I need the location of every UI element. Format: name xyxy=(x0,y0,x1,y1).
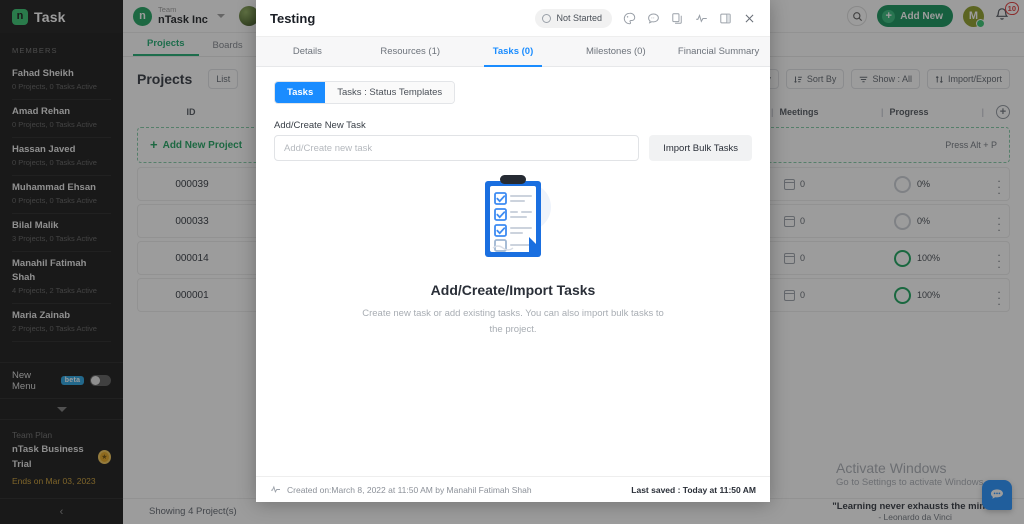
segment-status-templates[interactable]: Tasks : Status Templates xyxy=(325,82,454,103)
modal-footer: Created on:March 8, 2022 at 11:50 AM by … xyxy=(256,476,770,502)
tab-tasks[interactable]: Tasks (0) xyxy=(462,37,565,66)
task-segmented-control: Tasks Tasks : Status Templates xyxy=(274,81,455,104)
created-info: Created on:March 8, 2022 at 11:50 AM by … xyxy=(287,485,532,495)
empty-state-description: Create new task or add existing tasks. Y… xyxy=(358,306,668,338)
activity-icon xyxy=(270,484,281,495)
tab-milestones[interactable]: Milestones (0) xyxy=(564,37,667,66)
segment-tasks[interactable]: Tasks xyxy=(275,82,325,103)
modal-body: Tasks Tasks : Status Templates Add/Creat… xyxy=(256,67,770,476)
modal-title: Testing xyxy=(270,11,315,26)
clipboard-checklist-icon xyxy=(457,171,569,267)
modal-tabs: Details Resources (1) Tasks (0) Mileston… xyxy=(256,37,770,67)
tab-details[interactable]: Details xyxy=(256,37,359,66)
add-task-input[interactable] xyxy=(274,135,639,161)
last-saved-info: Last saved : Today at 11:50 AM xyxy=(631,485,756,495)
import-bulk-tasks-button[interactable]: Import Bulk Tasks xyxy=(649,135,752,161)
panel-icon[interactable] xyxy=(718,11,732,25)
status-label: Not Started xyxy=(556,13,602,23)
modal-header: Testing Not Started xyxy=(256,0,770,37)
empty-state-title: Add/Create/Import Tasks xyxy=(256,282,770,298)
modal-header-actions: Not Started xyxy=(535,9,756,28)
empty-state: Add/Create/Import Tasks Create new task … xyxy=(256,171,770,338)
close-icon[interactable] xyxy=(742,11,756,25)
status-badge[interactable]: Not Started xyxy=(535,9,612,28)
palette-icon[interactable] xyxy=(622,11,636,25)
status-circle-icon xyxy=(542,14,551,23)
activity-icon[interactable] xyxy=(694,11,708,25)
project-detail-modal: Testing Not Started xyxy=(256,0,770,502)
add-task-row: Import Bulk Tasks xyxy=(274,135,752,161)
app-root: n Team nTask Inc + Add New M xyxy=(0,0,1024,524)
tab-resources[interactable]: Resources (1) xyxy=(359,37,462,66)
comment-icon[interactable] xyxy=(646,11,660,25)
add-task-field-label: Add/Create New Task xyxy=(274,120,752,131)
tab-financial-summary[interactable]: Financial Summary xyxy=(667,37,770,66)
duplicate-icon[interactable] xyxy=(670,11,684,25)
